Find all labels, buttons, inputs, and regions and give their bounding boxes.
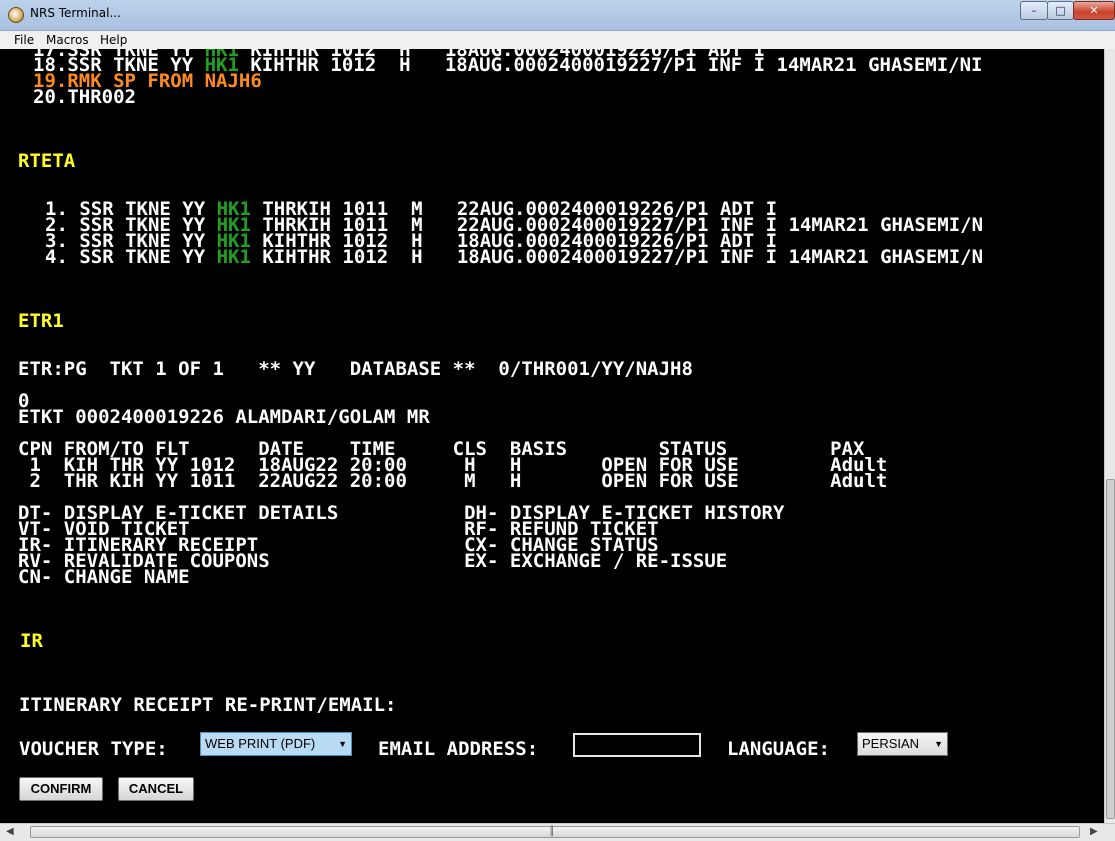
menu-file[interactable]: File: [14, 33, 34, 47]
confirm-button[interactable]: CONFIRM: [19, 777, 103, 801]
menu-bar: File Macros Help: [0, 31, 1115, 49]
voucher-type-value: WEB PRINT (PDF): [205, 736, 316, 751]
window-title-bar: NRS Terminal... – □ ✕: [0, 0, 1115, 31]
menu-help[interactable]: Help: [100, 33, 127, 47]
chevron-down-icon: ▼: [338, 739, 347, 749]
chevron-down-icon: ▼: [934, 739, 943, 749]
etr-header: ETR1: [18, 310, 64, 332]
horizontal-scrollbar-thumb[interactable]: ║: [30, 826, 1080, 838]
rteta-header: RTETA: [18, 150, 76, 172]
email-address-label: EMAIL ADDRESS:: [378, 738, 539, 760]
cancel-button[interactable]: CANCEL: [118, 777, 194, 801]
voucher-type-select[interactable]: WEB PRINT (PDF) ▼: [200, 732, 352, 756]
ir-header: IR: [20, 630, 43, 652]
horizontal-scrollbar[interactable]: ◀ ║ ▶: [0, 823, 1115, 841]
close-button[interactable]: ✕: [1073, 1, 1115, 20]
language-value: PERSIAN: [862, 736, 920, 751]
minimize-button[interactable]: –: [1020, 1, 1048, 20]
language-select[interactable]: PERSIAN ▼: [857, 732, 948, 756]
grip-icon: ║: [549, 827, 555, 837]
scroll-left-icon[interactable]: ◀: [6, 826, 14, 837]
voucher-type-label: VOUCHER TYPE:: [19, 738, 168, 760]
ir-title: ITINERARY RECEIPT RE-PRINT/EMAIL:: [19, 694, 397, 716]
scroll-right-icon[interactable]: ▶: [1090, 826, 1098, 837]
rteta-row: 4. SSR TKNE YY HK1 KIHTHR 1012 H 18AUG.0…: [45, 246, 984, 268]
terminal-line-20: 20.THR002: [33, 86, 136, 108]
terminal-screen[interactable]: 17.SSR TKNE YY HK1 KIHTHR 1012 H 18AUG.0…: [0, 49, 1104, 823]
etr-option-line[interactable]: CN- CHANGE NAME: [18, 568, 190, 587]
language-label: LANGUAGE:: [727, 738, 830, 760]
vertical-scrollbar[interactable]: [1104, 49, 1115, 823]
window-title: NRS Terminal...: [30, 6, 121, 20]
email-address-input[interactable]: [573, 733, 701, 757]
coupon-row: 2 THR KIH YY 1011 22AUG22 20:00 M H OPEN…: [18, 470, 888, 492]
maximize-button[interactable]: □: [1047, 1, 1074, 20]
etkt-line: ETKT 0002400019226 ALAMDARI/GOLAM MR: [18, 406, 430, 428]
vertical-scrollbar-thumb[interactable]: [1106, 479, 1115, 819]
app-icon: [8, 7, 24, 23]
etr-ticket-line: ETR:PG TKT 1 OF 1 ** YY DATABASE ** 0/TH…: [18, 358, 693, 380]
menu-macros[interactable]: Macros: [46, 33, 89, 47]
